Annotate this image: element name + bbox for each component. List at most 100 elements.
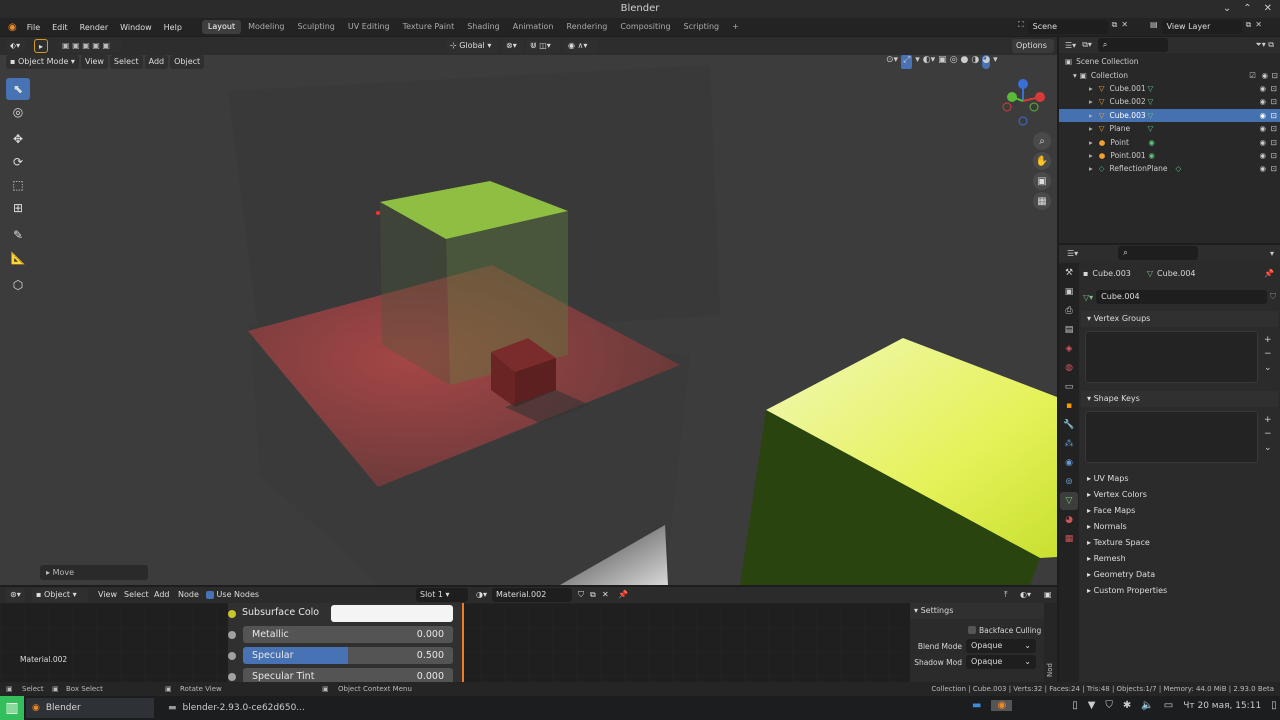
3d-cursor[interactable] xyxy=(376,211,380,215)
tab-texture-paint[interactable]: Texture Paint xyxy=(397,20,461,34)
shield-icon[interactable]: ⛉ xyxy=(1105,700,1113,711)
node-menu-node[interactable]: Node xyxy=(174,588,203,602)
node-menu-select[interactable]: Select xyxy=(120,588,153,602)
zoom-icon[interactable]: ⌕ xyxy=(1033,132,1051,150)
outliner-item-row[interactable]: ▸ ● Point ◉ ◉ ⊡ xyxy=(1059,135,1280,148)
move-tool-icon[interactable]: ✥ xyxy=(6,128,30,150)
mesh-data-icon[interactable]: ▽▾ xyxy=(1083,293,1093,302)
tab-compositing[interactable]: Compositing xyxy=(614,20,676,34)
overlay-node-icon[interactable]: ◐▾ xyxy=(1016,588,1035,602)
expand-icon[interactable]: ▾ xyxy=(1073,71,1077,80)
blend-mode-dropdown[interactable]: Opaque ⌄ xyxy=(966,639,1036,653)
node-tab[interactable]: Nod xyxy=(1046,663,1054,677)
rotate-tool-icon[interactable]: ⟳ xyxy=(6,151,30,173)
menu-file[interactable]: File xyxy=(21,23,46,32)
use-nodes-toggle[interactable]: Use Nodes xyxy=(202,588,263,602)
shadow-mode-dropdown[interactable]: Opaque ⌄ xyxy=(966,655,1036,669)
shader-type-dropdown[interactable]: ▪ Object ▾ xyxy=(32,588,88,602)
select-tool-icon[interactable]: ⬉ xyxy=(6,78,30,100)
grid-icon[interactable]: ▦ xyxy=(1033,192,1051,210)
select-box-modes[interactable]: ▣ ▣ ▣ ▣ ▣ xyxy=(58,39,122,53)
mesh-data-icon[interactable]: ▽ xyxy=(1148,84,1154,93)
eye-icon[interactable]: ◉ xyxy=(1259,151,1266,160)
scene-field[interactable]: Scene xyxy=(1027,20,1108,34)
close-icon[interactable]: ✕ xyxy=(1264,0,1272,18)
panel-header-collapsed[interactable]: ▸ Remesh xyxy=(1081,551,1278,567)
shading-wire-icon[interactable]: ◎ xyxy=(950,55,958,69)
light-data-icon[interactable]: ◉ xyxy=(1148,138,1155,147)
camera-icon[interactable]: ⊡ xyxy=(1271,84,1277,93)
navigation-gizmo[interactable] xyxy=(998,77,1054,129)
camera-icon[interactable]: ▣ xyxy=(1033,172,1051,190)
camera-icon[interactable]: ⊡ xyxy=(1271,151,1277,160)
tab-sculpting[interactable]: Sculpting xyxy=(292,20,341,34)
object-mode-dropdown[interactable]: ▪ Object Mode ▾ xyxy=(6,55,79,69)
transform-tool-icon[interactable]: ⊞ xyxy=(6,197,30,219)
new-scene-icon[interactable]: ⧉ xyxy=(1112,20,1118,34)
display-mode-icon[interactable]: ⧉▾ xyxy=(1082,40,1092,50)
taskbar-app-blender[interactable]: ◉ Blender xyxy=(26,698,154,718)
expand-icon[interactable]: ▸ xyxy=(1089,124,1093,133)
expand-icon[interactable]: ▸ xyxy=(1089,111,1093,120)
material-name-field[interactable]: Material.002 xyxy=(492,588,572,602)
panel-header-collapsed[interactable]: ▸ Texture Space xyxy=(1081,535,1278,551)
transform-orientation[interactable]: ⊹ Global ▾ xyxy=(446,39,498,53)
camera-icon[interactable]: ⊡ xyxy=(1272,71,1278,80)
value-slider[interactable]: Metallic 0.000 xyxy=(243,626,453,643)
tab-modeling[interactable]: Modeling xyxy=(242,20,290,34)
editor-type-icon[interactable]: ⬖▾ xyxy=(6,39,26,53)
outliner-search-input[interactable]: ⌕ xyxy=(1097,38,1168,52)
eye-icon[interactable]: ◉ xyxy=(1259,111,1266,120)
volume-icon[interactable]: 🔈 xyxy=(1141,700,1153,711)
node-menu-view[interactable]: View xyxy=(94,588,121,602)
particles-tab-icon[interactable]: ⁂ xyxy=(1060,435,1078,453)
constraints-tab-icon[interactable]: ⊚ xyxy=(1060,473,1078,491)
menu-select[interactable]: Select xyxy=(109,55,143,69)
tab-layout[interactable]: Layout xyxy=(201,20,242,34)
options-button[interactable]: Options ▾ xyxy=(1012,39,1054,64)
settings-header[interactable]: ▾ Settings xyxy=(910,603,1044,619)
panel-header-collapsed[interactable]: ▸ UV Maps xyxy=(1081,471,1278,487)
backface-culling-row[interactable]: Backface Culling xyxy=(910,622,1044,638)
expand-icon[interactable]: ▸ xyxy=(1089,164,1093,173)
physics-tab-icon[interactable]: ◉ xyxy=(1060,454,1078,472)
notifications-icon[interactable]: ▯ xyxy=(1271,700,1277,711)
mesh-data-icon[interactable]: ▽ xyxy=(1148,111,1154,120)
probe-data-icon[interactable]: ◇ xyxy=(1176,164,1182,173)
outliner-item-row[interactable]: ▸ ▽ Cube.001 ▽ ◉ ⊡ xyxy=(1059,82,1280,95)
material-browse-icon[interactable]: ◑▾ xyxy=(472,588,491,602)
panel-header-collapsed[interactable]: ▸ Geometry Data xyxy=(1081,567,1278,583)
maximize-icon[interactable]: ⌃ xyxy=(1243,0,1251,18)
menu-icon[interactable]: ⌄ xyxy=(1264,361,1276,375)
unlink-material-icon[interactable]: ✕ xyxy=(598,588,613,602)
eye-icon[interactable]: ◉ xyxy=(1261,71,1268,80)
checkbox-icon[interactable] xyxy=(968,626,976,634)
mesh-data-tab-icon[interactable]: ▽ xyxy=(1060,492,1078,510)
menu-render[interactable]: Render xyxy=(74,23,114,32)
mesh-data-icon[interactable]: ▽ xyxy=(1148,124,1154,133)
camera-icon[interactable]: ⊡ xyxy=(1271,164,1277,173)
taskbar-app-folder[interactable]: ▬ blender-2.93.0-ce62d650... xyxy=(162,698,312,718)
remove-icon[interactable]: − xyxy=(1264,347,1276,361)
desktop-icon[interactable]: ▬ xyxy=(972,700,981,711)
overlays-icon[interactable]: ◐▾ xyxy=(923,55,935,69)
backdrop-icon[interactable]: ▣ xyxy=(1040,588,1056,602)
visibility-icon[interactable]: ⊙▾ xyxy=(886,55,898,69)
mesh-name-field[interactable]: Cube.004 xyxy=(1096,290,1267,304)
annotate-tool-icon[interactable]: ✎ xyxy=(6,224,30,246)
pin-icon[interactable]: 📌 xyxy=(614,588,632,602)
network-icon[interactable]: ▼ xyxy=(1088,700,1096,711)
camera-icon[interactable]: ⊡ xyxy=(1271,138,1277,147)
expand-icon[interactable]: ▸ xyxy=(1089,138,1093,147)
filter-icon[interactable]: ⏷▾ ⧉ xyxy=(1255,40,1274,50)
properties-search-input[interactable]: ⌕ xyxy=(1118,246,1199,260)
operator-panel[interactable]: ▸ Move xyxy=(40,565,148,580)
value-slider[interactable]: Specular 0.500 xyxy=(243,647,453,664)
modifier-tab-icon[interactable]: 🔧 xyxy=(1060,416,1078,434)
expand-icon[interactable]: ▸ xyxy=(1089,97,1093,106)
input-socket[interactable] xyxy=(228,631,236,639)
properties-options-icon[interactable]: ▾ xyxy=(1270,249,1274,258)
view-layer-tab-icon[interactable]: ▤ xyxy=(1060,321,1078,339)
remove-icon[interactable]: − xyxy=(1264,427,1276,441)
node-editor[interactable]: Material.002 Subsurface Colo Metallic 0.00… xyxy=(0,603,1057,685)
